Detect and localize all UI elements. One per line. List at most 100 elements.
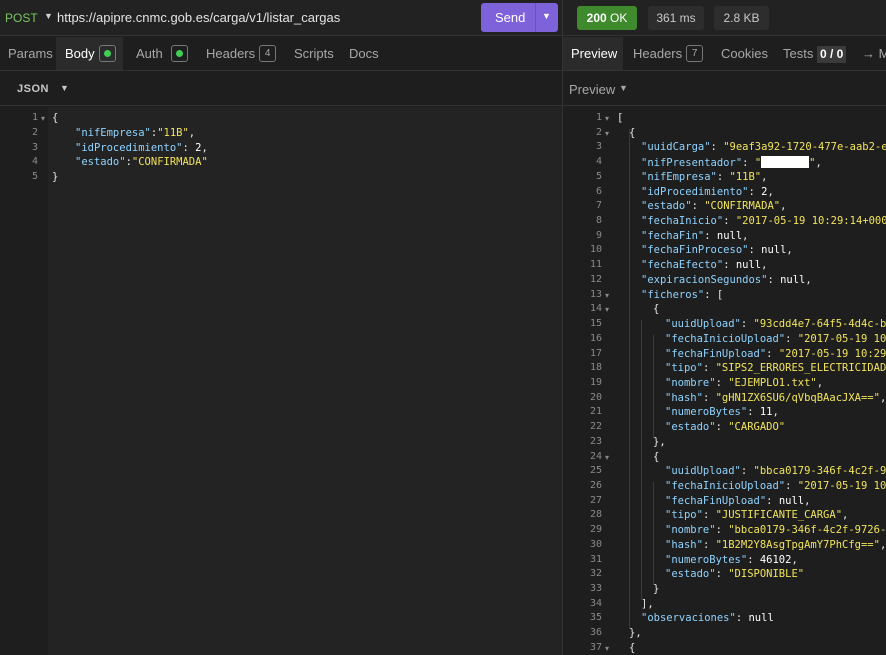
caret-down-icon[interactable]: ▼	[619, 83, 628, 93]
code-line: "nombre": "bbca0179-346f-4c2f-9726-221c	[665, 524, 886, 536]
tab-label: Scripts	[294, 46, 334, 61]
json-punct: :	[767, 273, 781, 286]
response-preview[interactable]: 1 ▾[2 ▾{3 "uuidCarga": "9eaf3a92-1720-477e-…	[563, 107, 886, 655]
tab-headers[interactable]: Headers 4	[198, 37, 282, 70]
send-button[interactable]: Send ▼	[481, 3, 558, 32]
json-key: "estado"	[665, 568, 716, 581]
tab-auth[interactable]: Auth	[128, 37, 193, 70]
line-number: 30	[589, 538, 602, 550]
pane-divider	[562, 0, 563, 36]
response-size-badge: 2.8 KB	[714, 6, 769, 30]
json-literal: null	[716, 229, 743, 242]
line-number: 26	[589, 480, 602, 491]
json-key: "fechaInicioUpload"	[665, 332, 786, 345]
json-key: "fechaEfecto"	[641, 259, 724, 272]
json-punct: },	[629, 627, 642, 640]
line-number: 10	[589, 244, 602, 256]
json-key: "observaciones"	[641, 612, 736, 625]
json-key: "nombre"	[665, 524, 716, 537]
json-punct: ,	[201, 141, 208, 154]
fold-caret-icon[interactable]: ▾	[41, 114, 45, 123]
json-punct: :	[715, 376, 729, 389]
tab-tests[interactable]: Tests 0 / 0	[775, 37, 851, 70]
line-number: 20	[589, 391, 602, 403]
tab-more[interactable]: → M	[854, 37, 886, 70]
line-number: 17	[589, 347, 602, 359]
json-key: "uuidUpload"	[665, 465, 741, 478]
line-number: 4	[31, 156, 38, 168]
line-number: 5	[31, 171, 38, 183]
code-line: "ficheros": [	[641, 289, 723, 301]
tab-preview[interactable]: Preview	[563, 37, 623, 70]
code-line: {	[629, 642, 635, 654]
body-type-selector[interactable]: JSON	[17, 83, 49, 95]
fold-caret-icon[interactable]: ▾	[605, 129, 609, 138]
tab-label: Preview	[571, 46, 618, 61]
json-punct: {	[653, 450, 660, 463]
json-key: "numeroBytes"	[665, 406, 748, 419]
line-number: 18	[589, 362, 602, 374]
tab-body[interactable]: Body	[56, 37, 123, 70]
json-string: "bbca0179-346f-4c2f-9726-221c	[728, 524, 886, 537]
json-punct: ,	[742, 229, 749, 242]
line-number: 19	[589, 376, 602, 388]
line-number: 12	[589, 273, 602, 285]
json-punct: ,	[879, 391, 886, 404]
json-punct: :	[715, 568, 729, 581]
http-method-selector[interactable]: POST	[5, 11, 38, 25]
json-key: "estado"	[665, 421, 716, 434]
headers-count-badge: 4	[259, 45, 277, 63]
tab-docs[interactable]: Docs	[342, 37, 382, 70]
json-string: "CONFIRMADA"	[704, 200, 781, 213]
fold-caret-icon[interactable]: ▾	[605, 305, 609, 314]
tab-response-headers[interactable]: Headers 7	[625, 37, 709, 70]
fold-caret-icon[interactable]: ▾	[605, 644, 609, 653]
json-punct: :	[182, 141, 196, 154]
code-area[interactable]	[48, 107, 562, 655]
line-number: 14	[589, 303, 602, 315]
json-key: "nifEmpresa"	[75, 126, 151, 139]
tab-scripts[interactable]: Scripts	[286, 37, 336, 70]
line-number: 13	[589, 288, 602, 300]
fold-caret-icon[interactable]: ▾	[605, 291, 609, 300]
code-line: "nombre": "EJEMPLO1.txt",	[665, 377, 823, 389]
line-number: 33	[589, 583, 602, 595]
json-punct: :	[691, 200, 705, 213]
json-string: "1B2M2Y8AsgTpgAmY7PhCfg=="	[715, 538, 880, 551]
json-punct: :	[702, 509, 716, 522]
line-number: 7	[595, 200, 602, 212]
preview-mode-bar: Preview ▼	[563, 72, 886, 106]
json-punct: ,	[804, 494, 811, 507]
code-line: "fechaFinUpload": null,	[665, 495, 810, 507]
json-literal: null	[748, 612, 774, 625]
caret-down-icon[interactable]: ▼	[60, 83, 69, 93]
preview-mode-selector[interactable]: Preview	[569, 82, 615, 97]
indent-guide	[629, 128, 630, 630]
tab-label: Tests	[783, 46, 814, 61]
json-punct: :	[766, 494, 779, 507]
json-key: "fechaInicioUpload"	[665, 480, 786, 492]
json-key: "nombre"	[665, 376, 716, 389]
json-string: "93cdd4e7-64f5-4d4c-b420-	[753, 318, 886, 331]
fold-caret-icon[interactable]: ▾	[605, 114, 609, 123]
line-number: 31	[589, 553, 602, 565]
active-dot-icon	[170, 45, 188, 63]
status-code: 200	[586, 11, 607, 25]
tab-label: → M	[862, 46, 886, 61]
line-number: 24	[589, 450, 602, 462]
request-body-editor[interactable]: 1 ▾{2 "nifEmpresa":"11B", 3 "idProcedimiento…	[0, 107, 562, 655]
code-line: "fechaInicioUpload": "2017-05-19 10:29:	[665, 333, 886, 345]
tab-params[interactable]: Params	[0, 37, 55, 70]
json-key: "estado"	[641, 200, 692, 213]
fold-caret-icon[interactable]: ▾	[605, 453, 609, 462]
caret-down-icon[interactable]: ▼	[44, 11, 53, 21]
code-line: "observaciones": null	[641, 612, 774, 624]
json-key: "idProcedimiento"	[75, 141, 183, 154]
line-number: 25	[589, 465, 602, 477]
line-number: 2	[31, 126, 38, 138]
headers-count-badge: 7	[686, 45, 704, 63]
url-bar: POST ▼ https://apipre.cnmc.gob.es/carga/…	[0, 0, 886, 36]
tab-cookies[interactable]: Cookies	[713, 37, 773, 70]
caret-down-icon[interactable]: ▼	[542, 11, 551, 21]
url-input[interactable]: https://apipre.cnmc.gob.es/carga/v1/list…	[57, 10, 340, 25]
